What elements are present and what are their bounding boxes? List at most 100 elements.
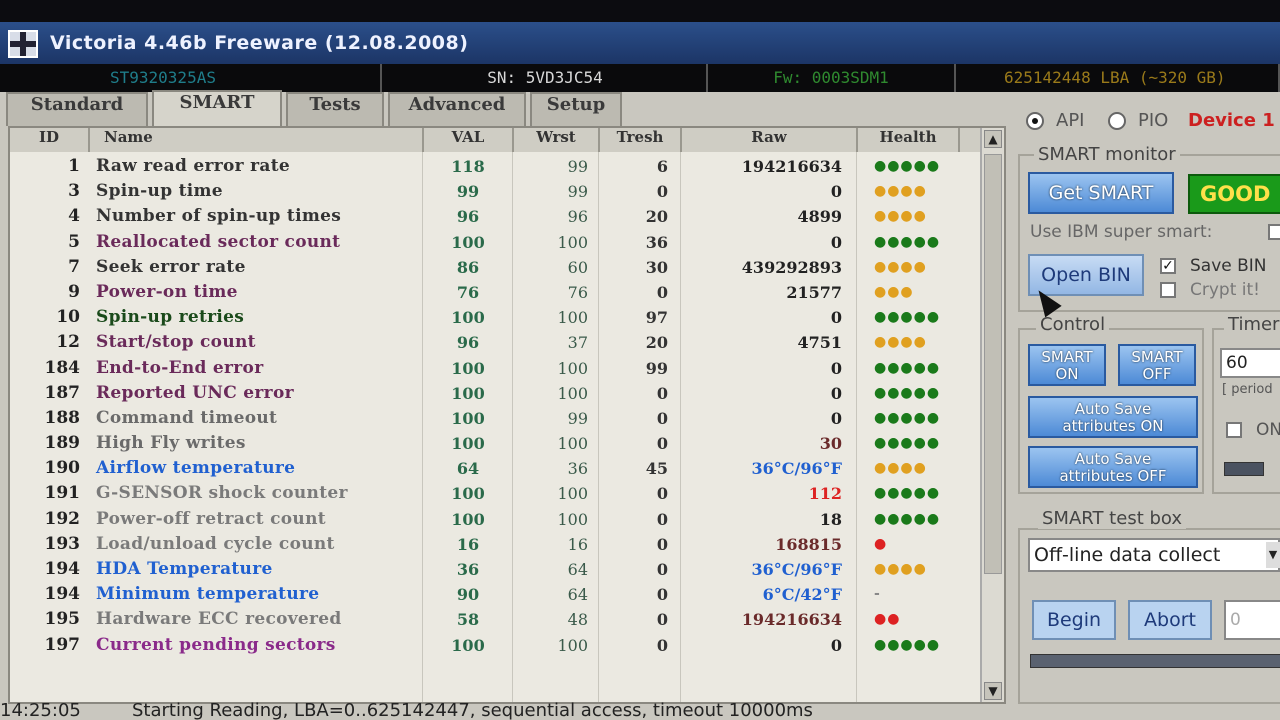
col-header-id[interactable]: ID <box>10 128 90 152</box>
attr-worst: 60 <box>567 257 588 277</box>
table-row[interactable]: 9 Power-on time 76 76 0 21577 ●●● <box>10 280 980 305</box>
attr-health: ●●●● <box>874 334 927 351</box>
attr-worst: 100 <box>557 383 588 403</box>
attr-raw: 4751 <box>797 333 842 353</box>
tab-standard[interactable]: Standard <box>6 92 148 126</box>
attr-worst: 64 <box>567 585 588 605</box>
timer-title: Timer <box>1224 314 1280 335</box>
scroll-up-arrow-icon[interactable]: ▲ <box>984 130 1002 148</box>
attr-worst: 99 <box>567 182 588 202</box>
table-row[interactable]: 194 Minimum temperature 90 64 0 6°C/42°F - <box>10 582 980 607</box>
col-header-raw[interactable]: Raw <box>682 128 858 152</box>
api-radio[interactable] <box>1026 112 1044 130</box>
attr-name: Number of spin-up times <box>96 206 342 227</box>
attr-threshold: 36 <box>645 232 668 252</box>
attr-health: ●●●● <box>874 460 927 477</box>
tab-tests[interactable]: Tests <box>286 92 384 126</box>
attr-raw: 36°C/96°F <box>751 560 842 579</box>
status-time: 14:25:05 <box>0 700 81 720</box>
app-icon[interactable] <box>8 30 38 58</box>
attr-id: 192 <box>44 508 81 529</box>
table-row[interactable]: 195 Hardware ECC recovered 58 48 0 194216634 ●… <box>10 607 980 632</box>
autosave-on-button[interactable]: Auto Save attributes ON <box>1028 396 1198 438</box>
attr-raw: 0 <box>830 308 842 328</box>
table-scrollbar[interactable]: ▲ ▼ <box>980 128 1004 702</box>
table-header: ID Name VAL Wrst Tresh Raw Health <box>10 128 980 152</box>
table-row[interactable]: 3 Spin-up time 99 99 0 0 ●●●● <box>10 179 980 204</box>
attr-value: 100 <box>451 308 485 328</box>
smart-off-button[interactable]: SMART OFF <box>1118 344 1196 386</box>
begin-button[interactable]: Begin <box>1032 600 1116 640</box>
autosave-off-button[interactable]: Auto Save attributes OFF <box>1028 446 1198 488</box>
table-row[interactable]: 192 Power-off retract count 100 100 0 18 ●●●●● <box>10 507 980 532</box>
attr-raw: 21577 <box>786 282 842 302</box>
attr-id: 4 <box>68 206 80 227</box>
attr-id: 9 <box>68 281 80 302</box>
attr-health: ●●●●● <box>874 510 941 527</box>
test-progress-bar <box>1030 654 1280 668</box>
table-row[interactable]: 5 Reallocated sector count 100 100 36 0 ●●●●● <box>10 230 980 255</box>
table-row[interactable]: 189 High Fly writes 100 100 0 30 ●●●●● <box>10 431 980 456</box>
attr-raw: 194216634 <box>741 157 842 176</box>
timer-input[interactable]: 60 <box>1220 348 1280 378</box>
attr-threshold: 0 <box>656 383 668 403</box>
tab-setup[interactable]: Setup <box>530 92 622 126</box>
attr-value: 100 <box>451 509 485 529</box>
attr-value: 100 <box>451 358 485 378</box>
smart-on-button[interactable]: SMART ON <box>1028 344 1106 386</box>
chevron-down-icon[interactable]: ▼ <box>1266 542 1280 568</box>
drive-serial: SN: 5VD3JC54 <box>384 64 708 92</box>
attr-threshold: 20 <box>645 333 668 353</box>
tab-smart[interactable]: SMART <box>152 90 282 126</box>
crypt-checkbox[interactable] <box>1160 282 1176 298</box>
get-smart-button[interactable]: Get SMART <box>1028 172 1174 214</box>
attr-value: 36 <box>456 560 480 579</box>
table-row[interactable]: 190 Airflow temperature 64 36 45 36°C/96°F ●●●… <box>10 456 980 481</box>
col-header-health[interactable]: Health <box>858 128 960 152</box>
col-header-tresh[interactable]: Tresh <box>600 128 682 152</box>
tab-advanced[interactable]: Advanced <box>388 92 526 126</box>
attr-name: Command timeout <box>96 407 278 428</box>
abort-button[interactable]: Abort <box>1128 600 1212 640</box>
col-header-val[interactable]: VAL <box>424 128 514 152</box>
table-row[interactable]: 7 Seek error rate 86 60 30 439292893 ●●●● <box>10 255 980 280</box>
table-row[interactable]: 191 G-SENSOR shock counter 100 100 0 112 ●●●●● <box>10 481 980 506</box>
col-header-name[interactable]: Name <box>90 128 424 152</box>
ibm-super-smart-checkbox[interactable] <box>1268 224 1280 240</box>
scroll-down-arrow-icon[interactable]: ▼ <box>984 682 1002 700</box>
table-row[interactable]: 12 Start/stop count 96 37 20 4751 ●●●● <box>10 330 980 355</box>
attr-raw: 0 <box>830 408 842 428</box>
attr-name: Current pending sectors <box>96 634 336 655</box>
save-bin-checkbox[interactable]: ✓ <box>1160 258 1176 274</box>
table-row[interactable]: 10 Spin-up retries 100 100 97 0 ●●●●● <box>10 305 980 330</box>
attr-raw: 112 <box>808 484 842 504</box>
test-type-select[interactable]: Off-line data collect <box>1028 538 1280 572</box>
attr-worst: 48 <box>567 610 588 630</box>
col-header-wrst[interactable]: Wrst <box>514 128 600 152</box>
scroll-thumb[interactable] <box>984 154 1002 574</box>
attr-health: ●●●●● <box>874 309 941 326</box>
table-row[interactable]: 197 Current pending sectors 100 100 0 0 ●●●●● <box>10 633 980 658</box>
table-row[interactable]: 1 Raw read error rate 118 99 6 194216634 ●●●●● <box>10 154 980 179</box>
drive-lba: 625142448 LBA (~320 GB) <box>956 64 1280 92</box>
attr-value: 100 <box>451 383 485 403</box>
attr-name: Load/unload cycle count <box>96 533 335 554</box>
table-row[interactable]: 188 Command timeout 100 99 0 0 ●●●●● <box>10 406 980 431</box>
application-window: Victoria 4.46b Freeware (12.08.2008) ST9… <box>0 0 1280 720</box>
ibm-super-smart-label: Use IBM super smart: <box>1030 222 1213 242</box>
attr-worst: 96 <box>567 207 588 227</box>
table-row[interactable]: 184 End-to-End error 100 100 99 0 ●●●●● <box>10 356 980 381</box>
attr-id: 184 <box>44 357 81 378</box>
timer-on-checkbox[interactable] <box>1226 422 1242 438</box>
attr-raw: 18 <box>819 509 842 529</box>
attr-threshold: 0 <box>656 509 668 529</box>
table-row[interactable]: 187 Reported UNC error 100 100 0 0 ●●●●● <box>10 381 980 406</box>
attr-id: 5 <box>68 231 80 252</box>
table-row[interactable]: 193 Load/unload cycle count 16 16 0 168815 ● <box>10 532 980 557</box>
table-row[interactable]: 4 Number of spin-up times 96 96 20 4899 ●●●● <box>10 204 980 229</box>
attr-health: ●●●●● <box>874 636 941 653</box>
table-row[interactable]: 194 HDA Temperature 36 64 0 36°C/96°F ●●●● <box>10 557 980 582</box>
attr-threshold: 20 <box>645 207 668 227</box>
pio-radio[interactable] <box>1108 112 1126 130</box>
attr-value: 100 <box>451 484 485 504</box>
